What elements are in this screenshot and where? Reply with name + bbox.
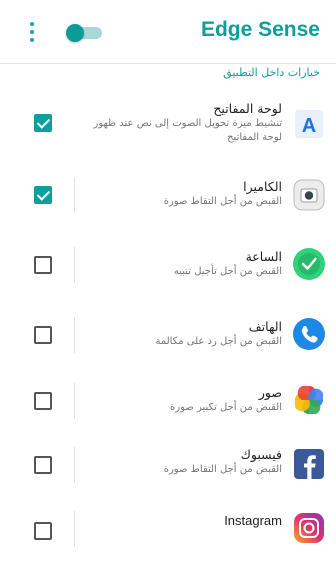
checkbox-keyboard[interactable] [34,114,52,132]
list-item-phone[interactable]: الهاتف القبض من أجل رد على مكالمة [0,302,336,368]
checkbox-facebook[interactable] [34,456,52,474]
item-subtitle: القبض من أجل تأجيل تنبيه [173,266,282,277]
item-title: فيسبوك [240,447,282,462]
list-item-photos[interactable]: صور القبض من أجل تكبير صورة [0,368,336,434]
list-item-clock[interactable]: الساعة القبض من أجل تأجيل تنبيه [0,232,336,298]
item-title: الهاتف [248,319,282,334]
keyboard-app-icon: A [295,110,323,138]
checkbox-instagram[interactable] [34,522,52,540]
divider [74,447,75,483]
svg-text:A: A [302,115,316,137]
checkbox-photos[interactable] [34,392,52,410]
list-item-keyboard[interactable]: لوحة المفاتيح تنشيط ميزة تحويل الصوت إلى… [0,90,336,156]
checkbox-clock[interactable] [34,256,52,274]
photos-app-icon [295,386,323,414]
item-title: الكاميرا [243,179,282,194]
more-vert-icon[interactable] [25,22,39,44]
divider [74,511,75,547]
clock-app-icon [293,248,325,280]
list-item-instagram[interactable]: Instagram [0,496,336,562]
app-bar: Edge Sense [0,0,336,64]
item-title: لوحة المفاتيح [213,101,282,116]
item-title: صور [258,385,282,400]
divider [74,383,75,419]
edge-sense-master-toggle[interactable] [66,24,102,42]
list-item-camera[interactable]: الكاميرا القبض من أجل التقاط صورة [0,162,336,228]
item-subtitle: القبض من أجل التقاط صورة [163,464,282,475]
checkbox-phone[interactable] [34,326,52,344]
phone-app-icon [293,318,325,350]
camera-app-icon [293,179,325,211]
divider [74,177,75,213]
section-header-in-app-options: خيارات داخل التطبيق [223,66,320,79]
divider [74,317,75,353]
item-subtitle: القبض من أجل التقاط صورة [163,196,282,207]
item-subtitle: القبض من أجل تكبير صورة [170,402,282,413]
item-title: Instagram [224,513,282,528]
list-item-facebook[interactable]: فيسبوك القبض من أجل التقاط صورة [0,432,336,498]
checkbox-camera[interactable] [34,186,52,204]
app-title: Edge Sense [200,18,320,41]
instagram-app-icon [294,513,324,543]
item-subtitle: تنشيط ميزة تحويل الصوت إلى نص عند ظهور ل… [93,118,282,143]
divider [74,247,75,283]
item-subtitle: القبض من أجل رد على مكالمة [155,336,282,347]
facebook-app-icon [294,449,324,479]
item-title: الساعة [245,249,282,264]
